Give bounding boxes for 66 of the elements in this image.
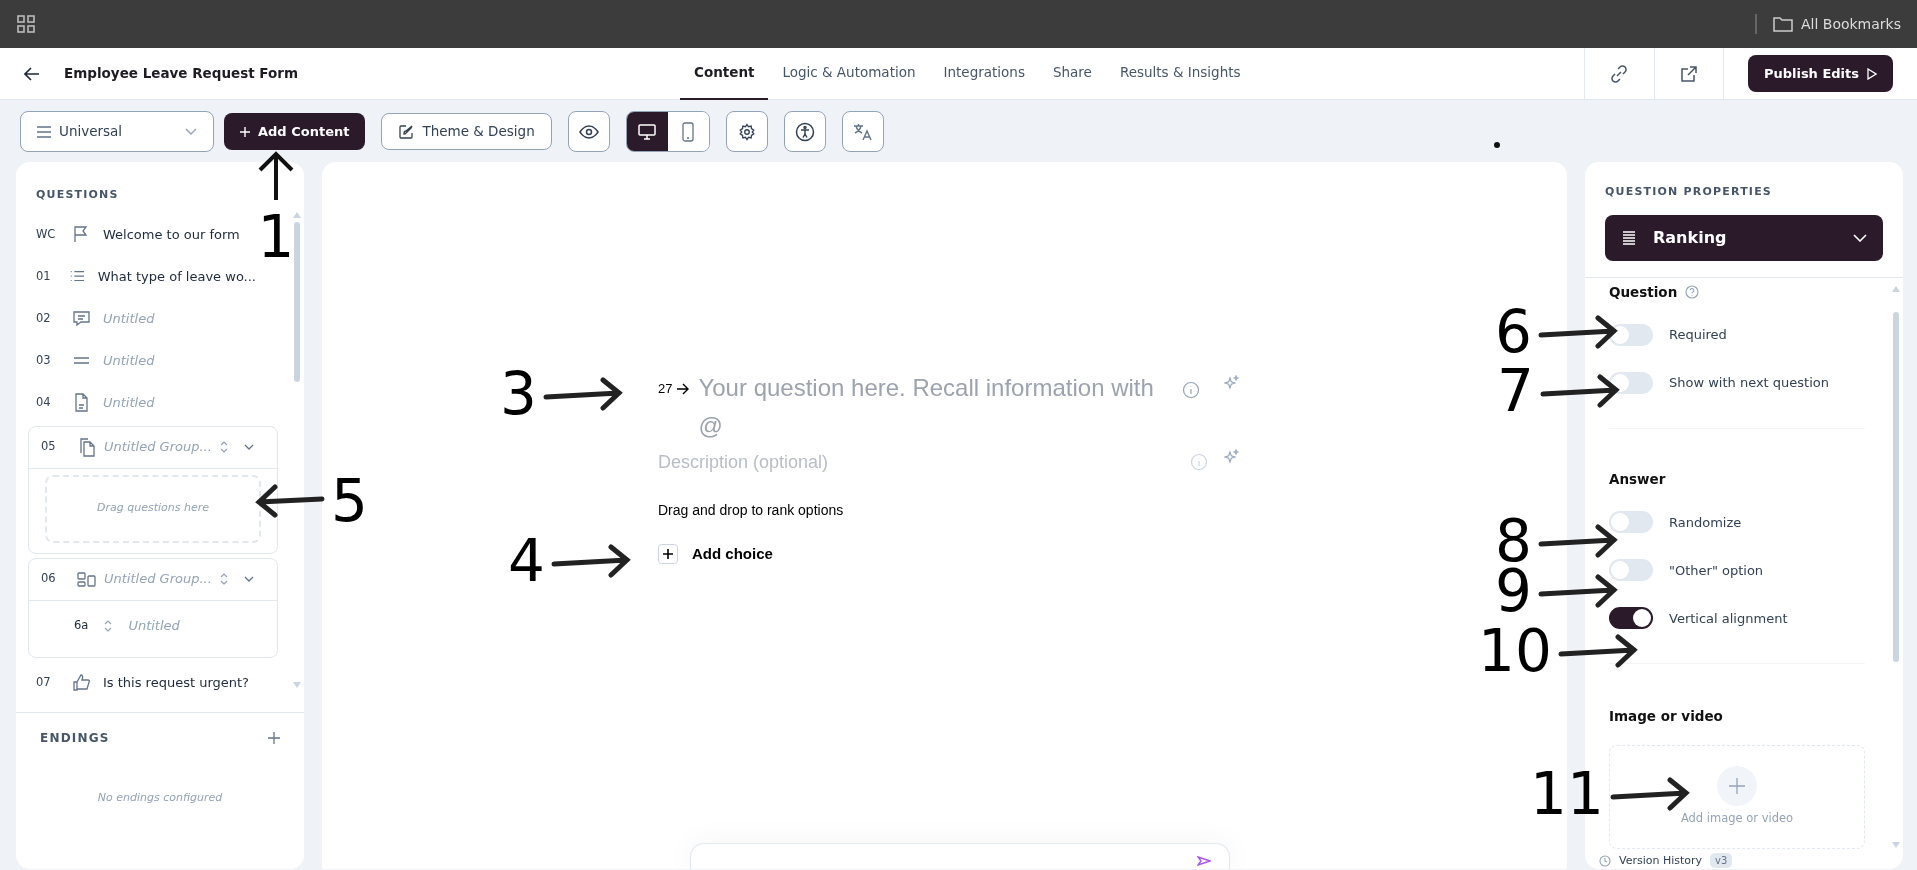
group-title: Untitled Group... — [104, 570, 212, 589]
add-content-button[interactable]: Add Content — [224, 113, 366, 150]
add-media-text: Add image or video — [1680, 809, 1794, 827]
no-endings-text: No endings configured — [97, 790, 223, 804]
group-item[interactable]: 06 Untitled Group... — [29, 558, 277, 601]
all-bookmarks-link[interactable]: All Bookmarks — [1772, 13, 1901, 35]
group-item[interactable]: 05 Untitled Group... — [29, 426, 277, 469]
question-number: WC — [36, 225, 57, 243]
callout-number: 4 — [508, 532, 545, 590]
add-choice-button[interactable]: Add choice — [658, 543, 773, 566]
question-number: 02 — [36, 309, 52, 327]
question-title: What type of leave wo... — [97, 267, 256, 286]
audience-select[interactable]: Universal — [20, 111, 214, 152]
questions-heading: QUESTIONS — [36, 188, 119, 201]
question-title: Is this request urgent? — [103, 673, 249, 692]
callout-number: 1 — [257, 208, 295, 266]
question-type-select[interactable]: Ranking — [1605, 214, 1883, 261]
tab[interactable]: Integrations — [929, 47, 1039, 100]
version-history-label[interactable]: Version History — [1619, 852, 1703, 869]
group-title: Untitled Group... — [104, 438, 212, 457]
callout-number: 7 — [1497, 362, 1534, 420]
question-item[interactable]: 02 Untitled — [16, 297, 256, 340]
question-item[interactable]: 01 What type of leave wo... — [16, 255, 256, 298]
drop-hint-text: Drag questions here — [97, 500, 209, 517]
question-number: 06 — [41, 570, 57, 588]
question-item[interactable]: WC Welcome to our form — [16, 213, 256, 256]
endings-heading: ENDINGS — [40, 729, 110, 747]
question-number: 07 — [36, 673, 52, 691]
question-title: Untitled — [103, 309, 155, 328]
callout-number: 6 — [1495, 303, 1532, 361]
toggle-label: Show with next question — [1669, 374, 1830, 393]
version-badge: v3 — [1710, 853, 1733, 869]
question-number: 04 — [36, 393, 52, 411]
question-item[interactable]: 6a Untitled — [29, 600, 277, 651]
tab[interactable]: Results & Insights — [1105, 47, 1255, 100]
tab[interactable]: Logic & Automation — [768, 47, 930, 100]
form-title: Employee Leave Request Form — [64, 64, 299, 84]
rank-hint-text: Drag and drop to rank options — [658, 501, 845, 520]
callout-number: 5 — [331, 472, 368, 530]
question-number: 03 — [36, 351, 52, 369]
toggle-label: "Other" option — [1669, 561, 1764, 580]
theme-design-button[interactable]: Theme & Design — [381, 113, 552, 150]
publish-edits-button[interactable]: Publish Edits — [1747, 55, 1893, 92]
tab[interactable]: Content — [680, 47, 769, 100]
toggle-label: Randomize — [1669, 513, 1742, 532]
callout-number: 10 — [1478, 622, 1552, 680]
callout-number: 3 — [500, 365, 537, 423]
toggle-label: Required — [1669, 326, 1727, 345]
question-title: Untitled — [103, 393, 155, 412]
section-heading: Question — [1609, 282, 1678, 302]
question-title: Untitled — [128, 616, 180, 635]
tab[interactable]: Share — [1038, 47, 1106, 100]
question-title: Untitled — [103, 351, 155, 370]
callout-number: 11 — [1530, 765, 1604, 823]
question-title: Welcome to our form — [103, 225, 240, 244]
question-item[interactable]: 03 Untitled — [16, 339, 256, 382]
question-number: 27 — [658, 380, 673, 398]
question-number: 6a — [74, 616, 89, 634]
question-item[interactable]: 07 Is this request urgent? — [16, 661, 256, 704]
question-item[interactable]: 04 Untitled — [16, 381, 256, 424]
question-number: 01 — [36, 267, 52, 285]
properties-heading: QUESTION PROPERTIES — [1604, 184, 1773, 200]
toggle-label: Vertical alignment — [1669, 609, 1788, 628]
question-number: 05 — [41, 438, 57, 456]
section-heading: Image or video — [1609, 707, 1724, 727]
section-heading: Answer — [1609, 470, 1666, 489]
